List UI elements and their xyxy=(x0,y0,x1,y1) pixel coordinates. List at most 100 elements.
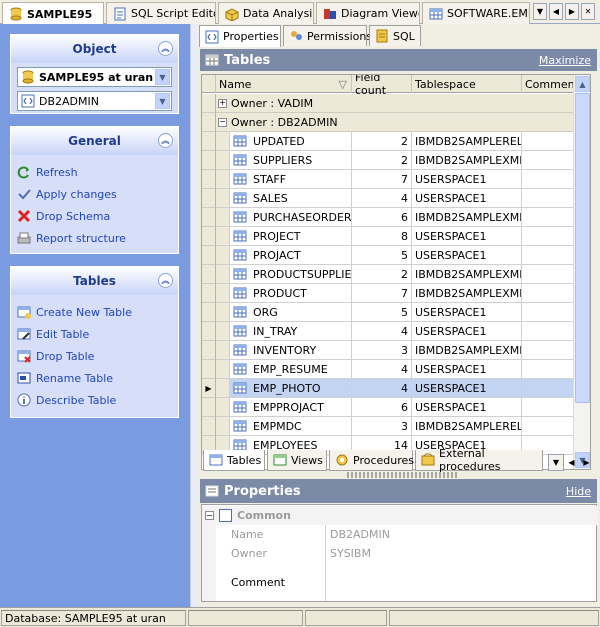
cell-field-count[interactable]: 4 xyxy=(352,360,412,379)
cell-name[interactable]: SUPPLIERS xyxy=(230,151,352,170)
group-header[interactable]: − Owner : DB2ADMIN xyxy=(216,113,574,132)
cell-tablespace[interactable]: IBMDB2SAMPLEXML xyxy=(412,265,522,284)
expand-icon[interactable]: + xyxy=(218,98,227,108)
table-row[interactable]: EMPMDC 3 IBMDB2SAMPLEREL xyxy=(202,417,574,436)
cell-tablespace[interactable]: USERSPACE1 xyxy=(412,303,522,322)
cell-comment[interactable] xyxy=(522,398,574,417)
cell-tablespace[interactable]: USERSPACE1 xyxy=(412,170,522,189)
cell-name[interactable]: PROJACT xyxy=(230,246,352,265)
cell-field-count[interactable]: 3 xyxy=(352,417,412,436)
schema-combo[interactable]: DB2ADMIN ▼ xyxy=(17,91,172,111)
tab-diagram-viewer[interactable]: Diagram Viewer xyxy=(316,2,420,24)
cell-comment[interactable] xyxy=(522,246,574,265)
cell-tablespace[interactable]: USERSPACE1 xyxy=(412,227,522,246)
cell-comment[interactable] xyxy=(522,360,574,379)
group-row[interactable]: − Owner : DB2ADMIN xyxy=(202,113,574,132)
table-row[interactable]: INVENTORY 3 IBMDB2SAMPLEXML xyxy=(202,341,574,360)
tab-data-analysis[interactable]: Data Analysis xyxy=(218,2,314,24)
property-row[interactable]: Comment xyxy=(202,563,598,601)
cell-name[interactable]: EMPMDC xyxy=(230,417,352,436)
table-row[interactable]: STAFF 7 USERSPACE1 xyxy=(202,170,574,189)
cell-field-count[interactable]: 2 xyxy=(352,132,412,151)
describe-table-link[interactable]: Describe Table xyxy=(11,389,178,411)
cell-name[interactable]: UPDATED xyxy=(230,132,352,151)
cell-tablespace[interactable]: IBMDB2SAMPLEXML xyxy=(412,284,522,303)
table-row[interactable]: EMP_RESUME 4 USERSPACE1 xyxy=(202,360,574,379)
table-row[interactable]: SUPPLIERS 2 IBMDB2SAMPLEXML xyxy=(202,151,574,170)
edit-table-link[interactable]: Edit Table xyxy=(11,323,178,345)
cell-tablespace[interactable]: IBMDB2SAMPLEXML xyxy=(412,341,522,360)
cell-name[interactable]: IN_TRAY xyxy=(230,322,352,341)
cell-tablespace[interactable]: USERSPACE1 xyxy=(412,322,522,341)
tab-sample95[interactable]: SAMPLE95 xyxy=(2,2,104,25)
table-row[interactable]: EMPPROJACT 6 USERSPACE1 xyxy=(202,398,574,417)
cell-comment[interactable] xyxy=(522,189,574,208)
create-new-table-link[interactable]: Create New Table xyxy=(11,301,178,323)
cell-name[interactable]: EMP_PHOTO xyxy=(230,379,352,398)
cell-name[interactable]: STAFF xyxy=(230,170,352,189)
tab-properties[interactable]: Properties xyxy=(199,25,281,47)
hide-link[interactable]: Hide xyxy=(566,485,591,498)
cell-comment[interactable] xyxy=(522,284,574,303)
tab-tables[interactable]: Tables xyxy=(203,450,265,471)
cell-tablespace[interactable]: USERSPACE1 xyxy=(412,246,522,265)
bottom-tabs-right[interactable]: ▶ xyxy=(580,454,593,471)
table-row[interactable]: PURCHASEORDER 6 IBMDB2SAMPLEXML xyxy=(202,208,574,227)
cell-tablespace[interactable]: USERSPACE1 xyxy=(412,398,522,417)
column-header-comment[interactable]: Comment xyxy=(522,75,579,93)
general-panel-header[interactable]: General ︽ xyxy=(11,127,178,155)
cell-name[interactable]: INVENTORY xyxy=(230,341,352,360)
cell-field-count[interactable]: 6 xyxy=(352,208,412,227)
table-row[interactable]: ORG 5 USERSPACE1 xyxy=(202,303,574,322)
cell-field-count[interactable]: 5 xyxy=(352,246,412,265)
collapse-icon[interactable]: ︽ xyxy=(158,133,173,148)
vertical-scrollbar[interactable]: ▲ ▼ xyxy=(573,75,590,469)
cell-field-count[interactable]: 4 xyxy=(352,189,412,208)
cell-field-count[interactable]: 2 xyxy=(352,265,412,284)
cell-comment[interactable] xyxy=(522,417,574,436)
cell-comment[interactable] xyxy=(522,303,574,322)
cell-field-count[interactable]: 5 xyxy=(352,303,412,322)
drop-table-link[interactable]: Drop Table xyxy=(11,345,178,367)
chevron-down-icon[interactable]: ▼ xyxy=(155,93,170,109)
close-tab-button[interactable]: ✕ xyxy=(581,3,595,20)
cell-comment[interactable] xyxy=(522,322,574,341)
cell-field-count[interactable]: 3 xyxy=(352,341,412,360)
cell-field-count[interactable]: 7 xyxy=(352,284,412,303)
column-header-field-count[interactable]: Field count xyxy=(352,75,412,97)
cell-comment[interactable] xyxy=(522,170,574,189)
collapse-icon[interactable]: − xyxy=(205,511,214,520)
cell-name[interactable]: PURCHASEORDER xyxy=(230,208,352,227)
cell-tablespace[interactable]: IBMDB2SAMPLEXML xyxy=(412,208,522,227)
tab-list-dropdown[interactable]: ▼ xyxy=(533,3,547,20)
bottom-tabs-dropdown[interactable]: ▼ xyxy=(548,454,564,471)
cell-tablespace[interactable]: USERSPACE1 xyxy=(412,189,522,208)
cell-name[interactable]: PROJECT xyxy=(230,227,352,246)
object-panel-header[interactable]: Object ︽ xyxy=(11,35,178,63)
cell-comment[interactable] xyxy=(522,208,574,227)
table-row[interactable]: PROJECT 8 USERSPACE1 xyxy=(202,227,574,246)
cell-comment[interactable] xyxy=(522,227,574,246)
chevron-up-icon[interactable]: ▲ xyxy=(575,76,590,92)
group-row[interactable]: + Owner : VADIM xyxy=(202,94,574,113)
group-header[interactable]: + Owner : VADIM xyxy=(216,94,574,113)
cell-field-count[interactable]: 8 xyxy=(352,227,412,246)
cell-tablespace[interactable]: IBMDB2SAMPLEXML xyxy=(412,151,522,170)
splitter-grip[interactable] xyxy=(347,472,457,478)
cell-name[interactable]: PRODUCT xyxy=(230,284,352,303)
refresh-link[interactable]: Refresh xyxy=(11,161,178,183)
scrollbar-thumb[interactable] xyxy=(575,93,590,403)
database-combo[interactable]: SAMPLE95 at uran ▼ xyxy=(17,67,172,87)
cell-tablespace[interactable]: USERSPACE1 xyxy=(412,360,522,379)
tab-procedures[interactable]: Procedures xyxy=(329,450,414,471)
property-row[interactable]: Name DB2ADMIN xyxy=(202,525,598,544)
tab-permissions[interactable]: Permissions xyxy=(283,25,372,46)
table-row[interactable]: ▶ EMP_PHOTO 4 USERSPACE1 xyxy=(202,379,574,398)
cell-field-count[interactable]: 2 xyxy=(352,151,412,170)
scroll-tabs-left[interactable]: ◀ xyxy=(549,3,563,20)
tab-external-procedures[interactable]: External procedures xyxy=(415,447,543,473)
cell-comment[interactable] xyxy=(522,379,574,398)
pane-splitter[interactable] xyxy=(190,24,197,607)
collapse-icon[interactable]: − xyxy=(218,117,227,127)
table-row[interactable]: IN_TRAY 4 USERSPACE1 xyxy=(202,322,574,341)
